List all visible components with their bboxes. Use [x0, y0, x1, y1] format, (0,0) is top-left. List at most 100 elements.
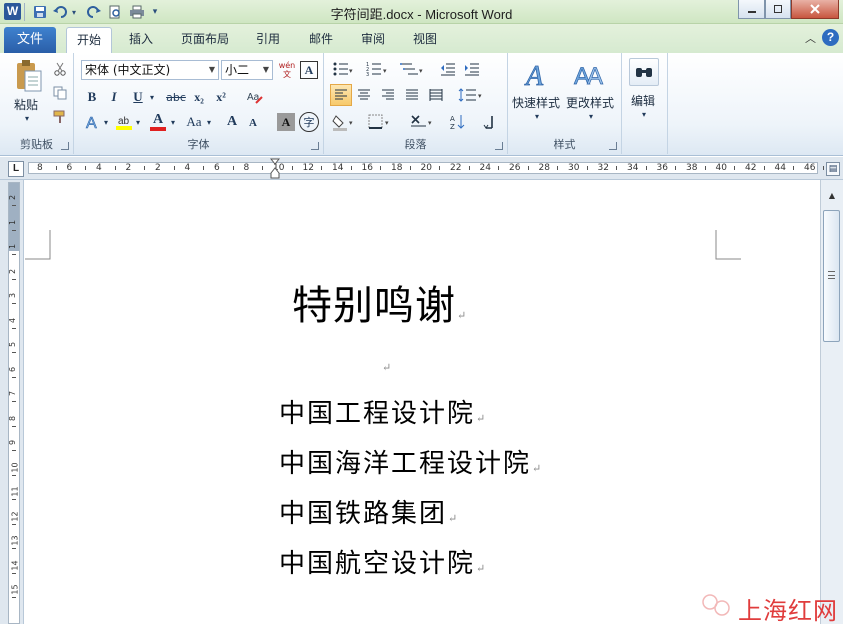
superscript-button[interactable]: x²: [212, 87, 230, 107]
bullets-icon[interactable]: ▾: [330, 59, 356, 79]
org-line[interactable]: 中国海洋工程设计院↵: [279, 443, 543, 480]
strikethrough-button[interactable]: abc: [164, 87, 188, 107]
tab-file[interactable]: 文件: [4, 27, 56, 53]
subscript-button[interactable]: x₂: [190, 87, 208, 107]
align-center-icon[interactable]: [354, 85, 374, 105]
paste-icon[interactable]: [12, 57, 46, 95]
show-marks-icon[interactable]: [480, 111, 498, 133]
org-name: 中国航空设计院: [279, 549, 476, 579]
quick-styles-dropdown-icon[interactable]: ▾: [532, 111, 542, 121]
close-button[interactable]: [791, 0, 839, 19]
quick-styles-label[interactable]: 快速样式: [512, 94, 560, 111]
underline-button[interactable]: U: [129, 87, 147, 107]
document-title[interactable]: 特别鸣谢↵: [292, 273, 467, 331]
font-size-dropdown[interactable]: 小二 ▼: [221, 60, 273, 80]
justify-icon[interactable]: [402, 85, 422, 105]
view-ruler-icon[interactable]: ▤: [826, 162, 840, 176]
highlight-color-icon[interactable]: ab: [114, 111, 134, 133]
tab-references[interactable]: 引用: [248, 27, 288, 53]
format-painter-icon[interactable]: [52, 109, 68, 125]
font-launcher-icon[interactable]: [311, 142, 319, 150]
italic-button[interactable]: I: [105, 87, 123, 107]
character-shading-button[interactable]: A: [277, 113, 295, 131]
vertical-ruler-number: 2: [8, 268, 18, 274]
tab-insert[interactable]: 插入: [122, 27, 160, 53]
ruler-tick: [439, 166, 441, 170]
multilevel-list-icon[interactable]: ▾: [398, 59, 426, 79]
tab-mailings[interactable]: 邮件: [301, 27, 341, 53]
text-effects-dropdown-icon[interactable]: ▾: [102, 111, 110, 133]
org-line[interactable]: 中国工程设计院↵: [279, 393, 487, 430]
cut-icon[interactable]: [52, 61, 68, 77]
grow-font-button[interactable]: A: [222, 111, 242, 133]
paste-button-label[interactable]: 粘贴: [14, 96, 38, 113]
text-effects-icon[interactable]: A: [83, 111, 103, 133]
align-right-icon[interactable]: [378, 85, 398, 105]
shrink-font-button[interactable]: A: [244, 113, 262, 133]
vertical-ruler-tick: [12, 425, 16, 427]
org-line[interactable]: 中国航空设计院↵: [279, 543, 487, 580]
increase-indent-icon[interactable]: [462, 59, 482, 79]
borders-icon[interactable]: ▾: [366, 111, 394, 133]
font-color-dropdown-icon[interactable]: ▾: [169, 111, 177, 133]
org-line[interactable]: 中国铁路集团↵: [279, 493, 459, 530]
ruler-number: 6: [66, 163, 73, 173]
clear-formatting-icon[interactable]: Aa: [244, 87, 266, 107]
tab-review[interactable]: 审阅: [353, 27, 393, 53]
ruler-tick: [468, 166, 470, 170]
restore-button[interactable]: [765, 0, 791, 19]
paste-dropdown-icon[interactable]: ▾: [22, 113, 32, 123]
numbering-icon[interactable]: 1 2 3 ▾: [364, 59, 390, 79]
phonetic-guide-button[interactable]: wén 文: [277, 59, 297, 81]
sort-icon[interactable]: AZ: [448, 111, 468, 133]
font-family-dropdown[interactable]: 宋体 (中文正文) ▼: [81, 60, 219, 80]
change-case-button[interactable]: Aa: [182, 111, 206, 133]
change-case-dropdown-icon[interactable]: ▾: [205, 111, 213, 133]
find-icon[interactable]: [629, 58, 659, 86]
vertical-scrollbar[interactable]: ▲: [820, 180, 843, 624]
minimize-button[interactable]: [738, 0, 765, 19]
bold-button[interactable]: B: [83, 87, 101, 107]
shading-icon[interactable]: ▾: [330, 111, 358, 133]
tab-view[interactable]: 视图: [405, 27, 445, 53]
enclose-characters-button[interactable]: 字: [299, 112, 319, 132]
scroll-thumb[interactable]: [823, 210, 840, 342]
font-color-button[interactable]: A: [148, 111, 168, 133]
character-border-button[interactable]: A: [300, 61, 318, 79]
change-styles-dropdown-icon[interactable]: ▾: [586, 111, 596, 121]
paragraph-launcher-icon[interactable]: [495, 142, 503, 150]
vertical-ruler-tick: [12, 450, 16, 452]
tab-page-layout[interactable]: 页面布局: [174, 27, 236, 53]
scroll-up-icon[interactable]: ▲: [824, 186, 840, 204]
indent-marker-icon[interactable]: [269, 158, 281, 179]
horizontal-ruler[interactable]: L 8 6 4 2 2 4 6 8 10 12 14 16 18 20 22 24 26 28 30 32 34 36 38…: [0, 157, 843, 180]
vertical-ruler[interactable]: 2 1 1 2 3 4 5 6 7 8 9 10 11 12 13 14 15: [0, 180, 24, 624]
decrease-indent-icon[interactable]: [438, 59, 458, 79]
align-left-icon[interactable]: [330, 84, 352, 106]
copy-icon[interactable]: [52, 85, 68, 101]
ruler-tick: [232, 166, 234, 170]
styles-launcher-icon[interactable]: [609, 142, 617, 150]
distributed-icon[interactable]: [426, 85, 446, 105]
change-styles-label[interactable]: 更改样式: [566, 94, 614, 111]
ribbon: 粘贴 ▾ 剪贴板 宋体 (中文正文) ▼ 小二 ▼ wén 文 A B I U ▾ …: [0, 53, 843, 156]
editing-dropdown-icon[interactable]: ▾: [639, 109, 649, 119]
underline-dropdown-icon[interactable]: ▾: [148, 87, 156, 107]
minimize-ribbon-icon[interactable]: ︿: [805, 30, 816, 46]
clipboard-launcher-icon[interactable]: [61, 142, 69, 150]
svg-text:A: A: [450, 115, 455, 123]
svg-text:▾: ▾: [383, 67, 387, 75]
chinese-layout-icon[interactable]: ▾: [408, 111, 438, 133]
help-icon[interactable]: ?: [822, 29, 839, 46]
ruler-tick: [409, 166, 411, 170]
tab-selector[interactable]: L: [8, 161, 24, 177]
tab-home[interactable]: 开始: [66, 27, 112, 53]
empty-paragraph[interactable]: ↵: [381, 360, 391, 374]
change-styles-icon[interactable]: AA: [572, 57, 608, 91]
paragraph-mark: ↵: [457, 309, 468, 322]
line-spacing-icon[interactable]: ▾: [456, 85, 486, 105]
editing-label[interactable]: 编辑: [631, 92, 655, 109]
highlight-dropdown-icon[interactable]: ▾: [134, 111, 142, 133]
quick-styles-icon[interactable]: A: [522, 57, 556, 91]
document-page[interactable]: 特别鸣谢↵ ↵ 中国工程设计院↵ 中国海洋工程设计院↵ 中国铁路集团↵ 中国航空…: [25, 180, 820, 624]
